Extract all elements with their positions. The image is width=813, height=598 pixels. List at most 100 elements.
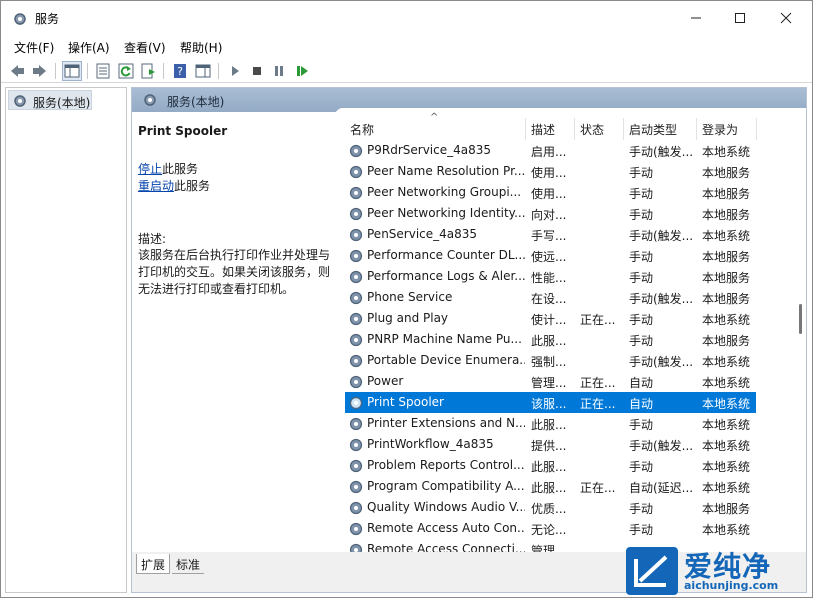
forward-button[interactable] (30, 61, 50, 81)
tab-extended[interactable]: 扩展 (136, 554, 171, 574)
service-name-cell: Peer Networking Groupi... (367, 185, 522, 199)
service-row[interactable]: Performance Logs & Aler... 性能... 手动 本地服务 (345, 266, 756, 287)
column-header-description[interactable]: 描述 (531, 121, 555, 138)
service-logon-cell: 本地系统 (702, 460, 751, 474)
service-row[interactable]: Plug and Play 使计... 正在... 手动 本地系统 (345, 308, 756, 329)
service-name-cell: PNRP Machine Name Pu... (367, 332, 522, 346)
service-gear-icon (349, 144, 363, 158)
watermark-logo: 爱纯净 aichunjing.com (622, 543, 813, 598)
service-row[interactable]: Print Spooler 该服... 正在... 自动 本地系统 (345, 392, 756, 413)
service-row[interactable]: Problem Reports Control... 此服... 手动 本地系统 (345, 455, 756, 476)
restart-service-button[interactable] (292, 61, 312, 81)
service-row[interactable]: Power 管理... 正在... 自动 本地系统 (345, 371, 756, 392)
service-name-cell: Performance Counter DL... (367, 248, 525, 262)
svg-text:?: ? (177, 65, 183, 78)
service-row[interactable]: Quality Windows Audio V... 优质... 手动 本地服务 (345, 497, 756, 518)
service-gear-icon (349, 312, 363, 326)
service-description-cell: 优质... (531, 502, 567, 516)
service-startup-type-cell: 手动 (629, 166, 654, 180)
refresh-button[interactable] (116, 61, 136, 81)
service-name-cell: Plug and Play (367, 311, 449, 325)
scrollbar-thumb[interactable] (799, 304, 802, 334)
service-name-cell: Problem Reports Control... (367, 458, 525, 472)
back-button[interactable] (7, 61, 27, 81)
service-row[interactable]: Peer Networking Groupi... 使用... 手动 本地服务 (345, 182, 756, 203)
help-button[interactable]: ? (170, 61, 190, 81)
service-gear-icon (349, 543, 363, 552)
stop-icon (253, 67, 261, 75)
service-name-cell: Performance Logs & Aler... (367, 269, 525, 283)
tab-standard[interactable]: 标准 (172, 554, 205, 574)
service-row[interactable]: Peer Name Resolution Pr... 使用... 手动 本地服务 (345, 161, 756, 182)
service-startup-type-cell: 手动(触发... (629, 229, 694, 243)
service-row[interactable]: PNRP Machine Name Pu... 此服... 手动 本地服务 (345, 329, 756, 350)
maximize-button[interactable] (717, 1, 763, 35)
service-name-cell: Program Compatibility A... (367, 479, 525, 493)
service-description-cell: 此服... (531, 418, 567, 432)
show-action-pane-button[interactable] (193, 61, 213, 81)
service-description-cell: 管理... (531, 376, 567, 390)
service-row[interactable]: P9RdrService_4a835 启用... 手动(触发... 本地系统 (345, 140, 756, 161)
column-header-name[interactable]: 名称 (350, 121, 374, 138)
properties-button[interactable] (93, 61, 113, 81)
menu-action[interactable]: 操作(A) (68, 39, 110, 56)
column-header-status[interactable]: 状态 (580, 121, 604, 138)
service-name-cell: Remote Access Connecti... (367, 542, 525, 552)
service-row[interactable]: Performance Counter DL... 使远... 手动 本地服务 (345, 245, 756, 266)
service-row[interactable]: Peer Networking Identity... 向对... 手动 本地服务 (345, 203, 756, 224)
service-startup-type-cell: 手动(触发... (629, 355, 694, 369)
service-gear-icon (349, 207, 363, 221)
main-pane: 服务(本地) Print Spooler 停止此服务 重启动此服务 描述: 该服… (131, 87, 807, 593)
service-name-cell: PrintWorkflow_4a835 (367, 437, 494, 451)
close-button[interactable] (763, 1, 809, 35)
column-header-startup-type[interactable]: 启动类型 (629, 121, 677, 138)
export-list-button[interactable] (139, 61, 159, 81)
start-service-button[interactable] (225, 61, 245, 81)
service-logon-cell: 本地服务 (702, 292, 751, 306)
menu-help[interactable]: 帮助(H) (180, 39, 222, 56)
service-gear-icon (349, 459, 363, 473)
toolbar: ? (1, 59, 812, 83)
show-hide-tree-button[interactable] (62, 61, 82, 81)
column-header-log-on-as[interactable]: 登录为 (702, 121, 738, 138)
service-logon-cell: 本地系统 (702, 439, 751, 453)
vertical-scrollbar[interactable] (795, 140, 806, 552)
service-description-cell: 性能... (531, 271, 567, 285)
service-row[interactable]: Printer Extensions and N... 此服... 手动 本地系统 (345, 413, 756, 434)
restart-service-link[interactable]: 重启动 (138, 179, 174, 193)
service-logon-cell: 本地服务 (702, 334, 751, 348)
tree-item-services-local[interactable]: 服务(本地) (8, 90, 92, 110)
selected-service-name: Print Spooler (138, 124, 228, 138)
service-startup-type-cell: 手动 (629, 271, 654, 285)
menu-file[interactable]: 文件(F) (14, 39, 54, 56)
menu-view[interactable]: 查看(V) (124, 39, 166, 56)
service-row[interactable]: PenService_4a835 手写... 手动(触发... 本地系统 (345, 224, 756, 245)
service-name-cell: Print Spooler (367, 395, 444, 409)
service-logon-cell: 本地服务 (702, 502, 751, 516)
main-header-label: 服务(本地) (167, 95, 225, 109)
service-row[interactable]: Program Compatibility A... 此服... 正在... 自动(延… (345, 476, 756, 497)
stop-service-button[interactable] (247, 61, 267, 81)
restart-icon (297, 66, 308, 76)
window-title: 服务 (35, 12, 60, 26)
service-description-cell: 此服... (531, 481, 567, 495)
service-row[interactable]: Phone Service 在设... 手动(触发... 本地服务 (345, 287, 756, 308)
service-name-cell: Portable Device Enumera... (367, 353, 525, 367)
service-description-cell: 管理... (531, 544, 567, 552)
service-gear-icon (349, 354, 363, 368)
minimize-button[interactable] (673, 1, 719, 35)
service-description-cell: 此服... (531, 334, 567, 348)
pause-service-button[interactable] (269, 61, 289, 81)
stop-service-link[interactable]: 停止 (138, 162, 162, 176)
maximize-icon (735, 13, 745, 23)
title-bar: 服务 (1, 1, 812, 35)
service-gear-icon (349, 501, 363, 515)
service-description-cell: 使远... (531, 250, 567, 264)
service-row[interactable]: PrintWorkflow_4a835 提供... 手动(触发... 本地系统 (345, 434, 756, 455)
service-row[interactable]: Remote Access Auto Con... 无论... 手动 本地系统 (345, 518, 756, 539)
console-tree-icon (64, 64, 80, 78)
service-row[interactable]: Portable Device Enumera... 强制... 手动(触发... 本… (345, 350, 756, 371)
pause-icon (275, 66, 283, 76)
service-gear-icon (349, 333, 363, 347)
service-description-cell: 使用... (531, 187, 567, 201)
